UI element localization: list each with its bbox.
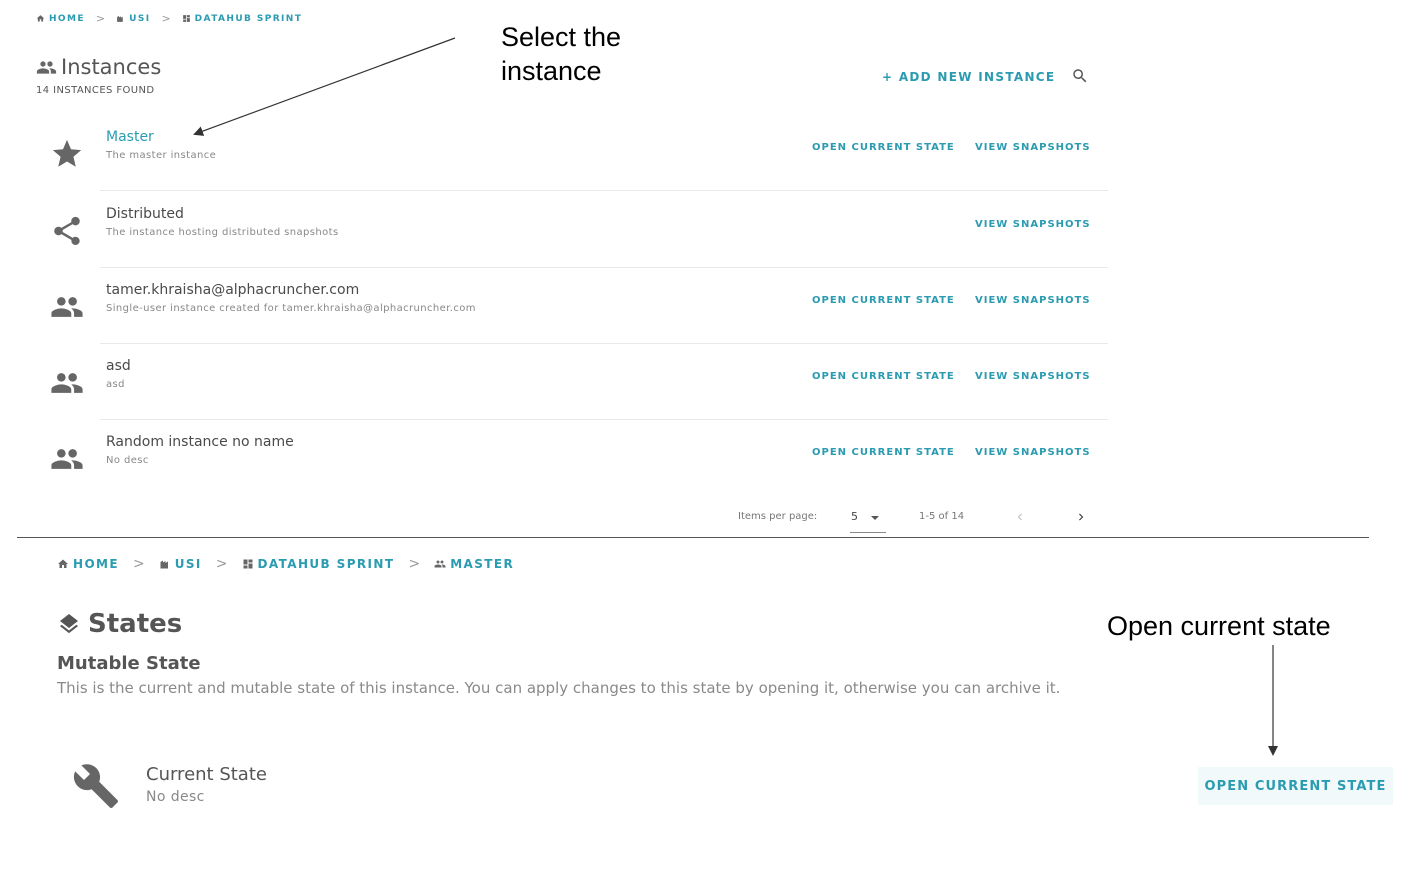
- breadcrumb-datahub-sprint[interactable]: DATAHUB SPRINT: [242, 557, 395, 571]
- breadcrumb-datahub-sprint[interactable]: DATAHUB SPRINT: [182, 14, 303, 24]
- home-icon: [58, 559, 68, 568]
- people-icon: [51, 297, 83, 317]
- instance-row-master[interactable]: Master The master instance OPEN CURRENT …: [48, 115, 1108, 191]
- section-divider: [17, 537, 1369, 538]
- items-per-page-label: Items per page:: [738, 511, 818, 522]
- open-current-state-button[interactable]: OPEN CURRENT STATE: [812, 295, 955, 306]
- people-icon: [434, 560, 446, 568]
- breadcrumb-separator: >: [161, 12, 171, 25]
- people-icon: [36, 60, 57, 74]
- page-title: Instances: [36, 55, 161, 79]
- instance-row-random[interactable]: Random instance no name No desc OPEN CUR…: [48, 420, 1108, 496]
- mutable-state-description: This is the current and mutable state of…: [57, 679, 1061, 697]
- view-snapshots-button[interactable]: VIEW SNAPSHOTS: [975, 371, 1091, 382]
- dashboard-icon: [243, 559, 253, 569]
- instance-name[interactable]: Distributed: [106, 206, 184, 222]
- breadcrumb-separator: >: [132, 556, 145, 572]
- view-snapshots-button[interactable]: VIEW SNAPSHOTS: [975, 295, 1091, 306]
- states-title: States: [57, 609, 182, 639]
- row-divider: [100, 190, 1108, 191]
- instance-row-distributed[interactable]: Distributed The instance hosting distrib…: [48, 192, 1108, 268]
- breadcrumb-master[interactable]: MASTER: [434, 557, 514, 571]
- current-state-name[interactable]: Current State: [146, 764, 267, 785]
- breadcrumb-top: HOME > USI > DATAHUB SPRINT: [36, 12, 302, 25]
- next-page-icon[interactable]: [1074, 510, 1088, 524]
- open-current-state-button[interactable]: OPEN CURRENT STATE: [1198, 767, 1393, 805]
- open-current-state-button[interactable]: OPEN CURRENT STATE: [812, 142, 955, 153]
- instance-name[interactable]: Master: [106, 129, 154, 145]
- page-range: 1-5 of 14: [919, 511, 965, 522]
- breadcrumb-home[interactable]: HOME: [36, 14, 85, 24]
- add-new-instance-button[interactable]: + ADD NEW INSTANCE: [882, 70, 1055, 84]
- breadcrumb-separator: >: [95, 12, 106, 25]
- open-current-state-button[interactable]: OPEN CURRENT STATE: [812, 371, 955, 382]
- instance-description: Single-user instance created for tamer.k…: [106, 303, 476, 314]
- instance-row-tamer[interactable]: tamer.khraisha@alphacruncher.com Single-…: [48, 268, 1108, 344]
- open-current-state-button[interactable]: OPEN CURRENT STATE: [812, 447, 955, 458]
- view-snapshots-button[interactable]: VIEW SNAPSHOTS: [975, 142, 1091, 153]
- home-icon: [36, 15, 45, 22]
- star-icon: [52, 139, 82, 167]
- breadcrumb-separator: >: [215, 556, 228, 572]
- instance-row-asd[interactable]: asd asd OPEN CURRENT STATE VIEW SNAPSHOT…: [48, 344, 1108, 420]
- breadcrumb-separator: >: [408, 556, 421, 572]
- instance-name[interactable]: tamer.khraisha@alphacruncher.com: [106, 282, 359, 298]
- people-icon: [51, 449, 83, 469]
- previous-page-icon[interactable]: [1013, 510, 1027, 524]
- search-icon[interactable]: [1071, 67, 1089, 85]
- dashboard-icon: [182, 15, 190, 22]
- page-size-select[interactable]: 5: [850, 508, 886, 533]
- people-icon: [51, 373, 83, 393]
- current-state-description: No desc: [146, 789, 205, 805]
- annotation-open-current-state: Open current state: [1107, 611, 1331, 641]
- share-icon: [54, 216, 80, 246]
- mutable-state-heading: Mutable State: [57, 653, 201, 674]
- annotation-select-instance: Select the instance: [501, 22, 622, 86]
- instance-count: 14 INSTANCES FOUND: [36, 85, 155, 96]
- breadcrumb-usi[interactable]: USI: [116, 14, 150, 24]
- dropdown-caret-icon: [871, 516, 879, 520]
- layers-icon: [60, 614, 78, 634]
- breadcrumb-bottom: HOME > USI > DATAHUB SPRINT > MASTER: [57, 556, 514, 572]
- organization-icon: [117, 15, 123, 22]
- instance-description: The master instance: [106, 150, 217, 161]
- breadcrumb-usi[interactable]: USI: [159, 557, 202, 571]
- instance-description: The instance hosting distributed snapsho…: [106, 227, 339, 238]
- organization-icon: [160, 560, 168, 569]
- view-snapshots-button[interactable]: VIEW SNAPSHOTS: [975, 447, 1091, 458]
- instance-name[interactable]: Random instance no name: [106, 434, 294, 450]
- instance-description: No desc: [106, 455, 149, 466]
- breadcrumb-home[interactable]: HOME: [57, 557, 119, 571]
- wrench-icon: [73, 764, 118, 808]
- instance-name[interactable]: asd: [106, 358, 131, 374]
- view-snapshots-button[interactable]: VIEW SNAPSHOTS: [975, 219, 1091, 230]
- instance-description: asd: [106, 379, 125, 390]
- page-size-value: 5: [851, 510, 858, 523]
